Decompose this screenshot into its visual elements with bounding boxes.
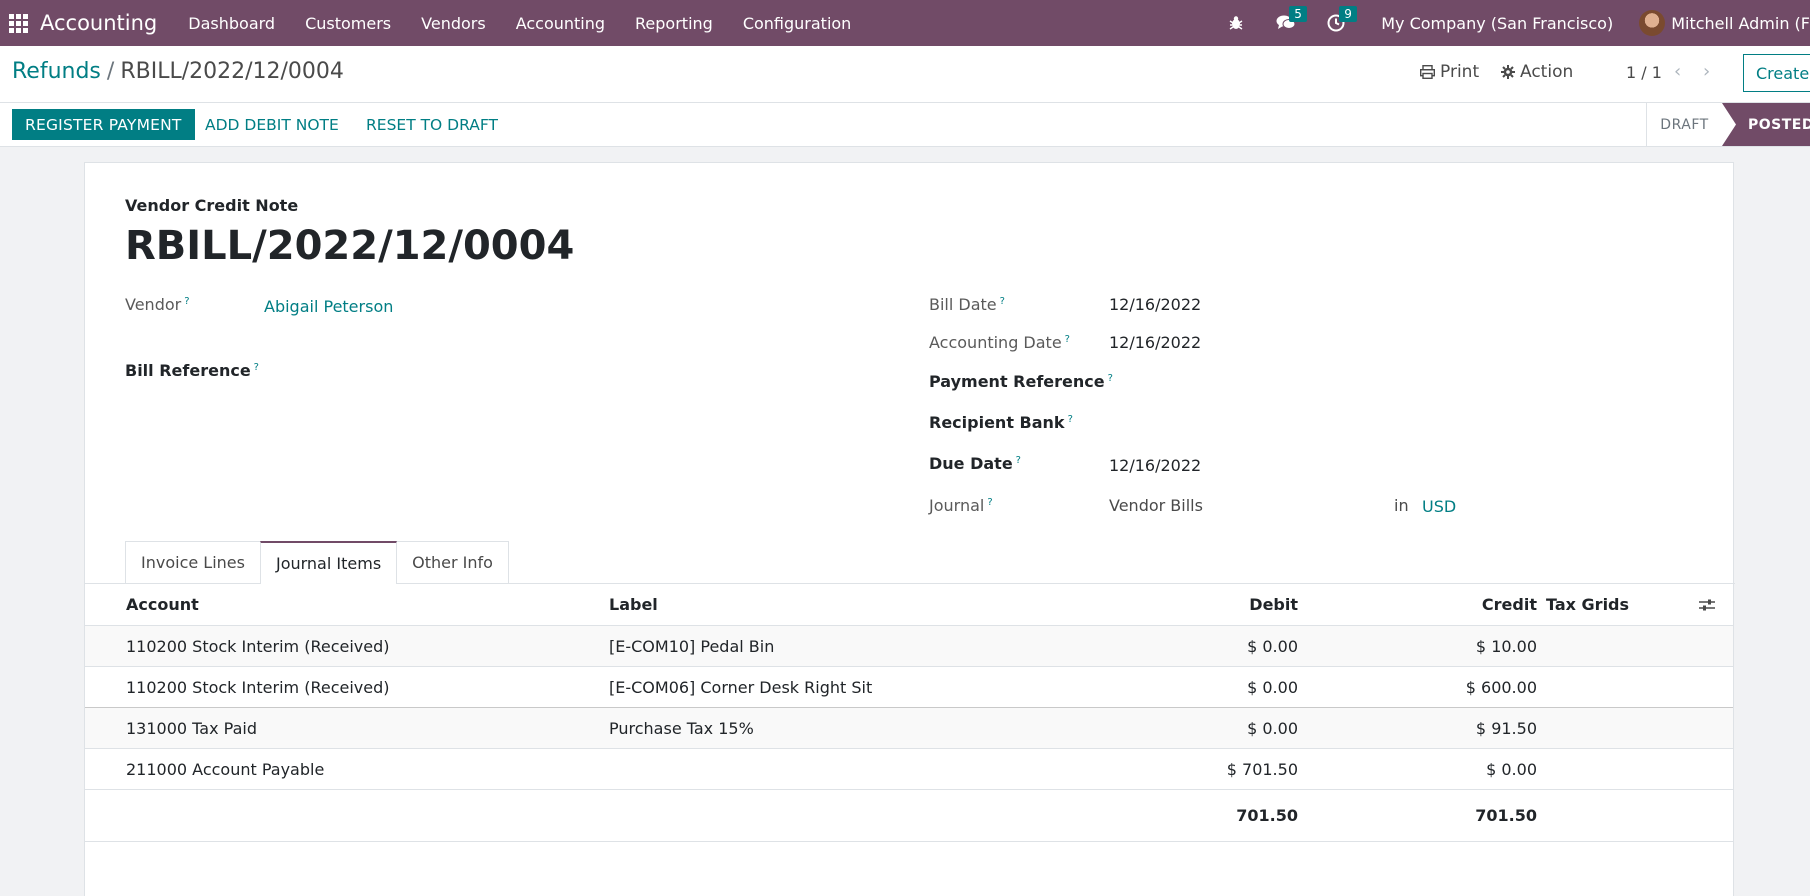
menu-dashboard[interactable]: Dashboard [173, 14, 290, 33]
due-date-label: Due Date? [929, 454, 1021, 473]
tab-invoice-lines[interactable]: Invoice Lines [125, 541, 261, 583]
row-label: [E-COM06] Corner Desk Right Sit [609, 677, 873, 697]
optional-columns-toggle-icon[interactable] [1699, 584, 1715, 625]
bill-date-help-icon[interactable]: ? [1000, 296, 1005, 307]
control-panel: Refunds / RBILL/2022/12/0004 Print Action … [0, 46, 1810, 103]
tab-journal-items[interactable]: Journal Items [259, 541, 398, 584]
due-date-help-icon[interactable]: ? [1016, 455, 1021, 466]
menu-customers[interactable]: Customers [290, 14, 406, 33]
row-account: 131000 Tax Paid [126, 718, 257, 738]
vendor-label: Vendor? [125, 295, 190, 314]
breadcrumb: Refunds / RBILL/2022/12/0004 [12, 59, 344, 84]
menu-accounting[interactable]: Accounting [501, 14, 620, 33]
row-debit: $ 0.00 [1247, 636, 1298, 656]
user-avatar[interactable] [1639, 10, 1666, 36]
table-totals-row: 701.50 701.50 [85, 790, 1733, 842]
vendor-field[interactable]: Abigail Peterson [264, 297, 393, 316]
action-label: Action [1520, 62, 1574, 82]
row-label: Purchase Tax 15% [609, 718, 754, 738]
total-credit: 701.50 [1475, 806, 1537, 825]
payment-reference-label: Payment Reference? [929, 372, 1113, 391]
table-header-row: Account Label Debit Credit Tax Grids [85, 584, 1733, 626]
bill-date-label: Bill Date? [929, 295, 1005, 314]
reset-to-draft-button[interactable]: RESET TO DRAFT [366, 109, 498, 140]
column-debit[interactable]: Debit [1249, 584, 1298, 625]
pager-previous-icon[interactable]: ‹ [1674, 61, 1681, 82]
vendor-help-icon[interactable]: ? [184, 296, 189, 307]
menu-reporting[interactable]: Reporting [620, 14, 728, 33]
journal-label: Journal? [929, 496, 993, 515]
row-debit: $ 0.00 [1247, 677, 1298, 697]
activities-clock-icon[interactable]: 9 [1325, 6, 1357, 34]
pager-next-icon[interactable]: › [1703, 61, 1710, 82]
column-credit[interactable]: Credit [1482, 584, 1537, 625]
recipient-bank-help-icon[interactable]: ? [1068, 414, 1073, 425]
print-label: Print [1440, 62, 1480, 82]
total-debit: 701.50 [1236, 806, 1298, 825]
messages-badge: 5 [1289, 6, 1307, 22]
accounting-date-field[interactable]: 12/16/2022 [1109, 333, 1201, 352]
activities-badge: 9 [1339, 6, 1357, 22]
accounting-date-label: Accounting Date? [929, 333, 1070, 352]
table-row[interactable]: 110200 Stock Interim (Received) [E-COM06… [85, 667, 1733, 708]
stage-draft[interactable]: DRAFT [1646, 103, 1722, 146]
recipient-bank-label: Recipient Bank? [929, 413, 1073, 432]
row-account: 110200 Stock Interim (Received) [126, 636, 390, 656]
user-menu[interactable]: Mitchell Admin (F [1671, 14, 1810, 33]
gear-icon [1501, 65, 1515, 79]
table-row[interactable]: 131000 Tax Paid Purchase Tax 15% $ 0.00 … [85, 708, 1733, 749]
column-tax-grids[interactable]: Tax Grids [1546, 584, 1629, 625]
print-icon [1420, 65, 1435, 79]
table-row[interactable]: 110200 Stock Interim (Received) [E-COM10… [85, 626, 1733, 667]
table-row[interactable]: 211000 Account Payable $ 701.50 $ 0.00 [85, 749, 1733, 790]
bill-reference-help-icon[interactable]: ? [254, 362, 259, 373]
form-sheet: Vendor Credit Note RBILL/2022/12/0004 Ve… [84, 162, 1735, 896]
row-credit: $ 600.00 [1465, 677, 1537, 697]
debug-bug-icon[interactable] [1225, 12, 1247, 34]
bill-date-field[interactable]: 12/16/2022 [1109, 295, 1201, 314]
journal-in-text: in [1394, 496, 1409, 515]
top-navbar: Accounting Dashboard Customers Vendors A… [0, 0, 1810, 46]
currency-field[interactable]: USD [1422, 497, 1456, 516]
pager-value[interactable]: 1 / 1 [1626, 63, 1662, 82]
journal-items-table: Account Label Debit Credit Tax Grids 110… [85, 584, 1733, 842]
menu-vendors[interactable]: Vendors [406, 14, 501, 33]
breadcrumb-separator: / [106, 59, 115, 84]
row-debit: $ 0.00 [1247, 718, 1298, 738]
messages-icon[interactable]: 5 [1275, 6, 1307, 34]
journal-help-icon[interactable]: ? [987, 497, 992, 508]
row-account: 110200 Stock Interim (Received) [126, 677, 390, 697]
due-date-field[interactable]: 12/16/2022 [1109, 456, 1201, 475]
row-credit: $ 10.00 [1475, 636, 1537, 656]
payment-reference-help-icon[interactable]: ? [1108, 373, 1113, 384]
create-button[interactable]: Create [1743, 54, 1810, 92]
breadcrumb-current: RBILL/2022/12/0004 [120, 59, 344, 84]
app-name[interactable]: Accounting [40, 11, 157, 35]
apps-menu-icon[interactable] [2, 0, 34, 46]
breadcrumb-refunds[interactable]: Refunds [12, 59, 101, 84]
notebook-tabs: Invoice Lines Journal Items Other Info [125, 541, 509, 584]
column-account[interactable]: Account [126, 584, 199, 625]
stage-posted[interactable]: POSTED [1722, 103, 1810, 146]
row-debit: $ 701.50 [1226, 759, 1298, 779]
tab-other-info[interactable]: Other Info [396, 541, 509, 583]
print-button[interactable]: Print [1420, 62, 1479, 82]
document-name: RBILL/2022/12/0004 [125, 223, 575, 269]
row-account: 211000 Account Payable [126, 759, 325, 779]
action-button[interactable]: Action [1501, 62, 1573, 82]
accounting-date-help-icon[interactable]: ? [1065, 334, 1070, 345]
company-switcher[interactable]: My Company (San Francisco) [1381, 14, 1613, 33]
status-bar: REGISTER PAYMENT ADD DEBIT NOTE RESET TO… [0, 103, 1810, 147]
add-debit-note-button[interactable]: ADD DEBIT NOTE [205, 109, 339, 140]
bill-reference-label: Bill Reference? [125, 361, 259, 380]
row-credit: $ 0.00 [1486, 759, 1537, 779]
register-payment-button[interactable]: REGISTER PAYMENT [12, 109, 195, 140]
menu-configuration[interactable]: Configuration [728, 14, 867, 33]
row-credit: $ 91.50 [1475, 718, 1537, 738]
journal-field[interactable]: Vendor Bills [1109, 496, 1203, 515]
row-label: [E-COM10] Pedal Bin [609, 636, 775, 656]
document-type: Vendor Credit Note [125, 196, 299, 215]
column-label[interactable]: Label [609, 584, 658, 625]
